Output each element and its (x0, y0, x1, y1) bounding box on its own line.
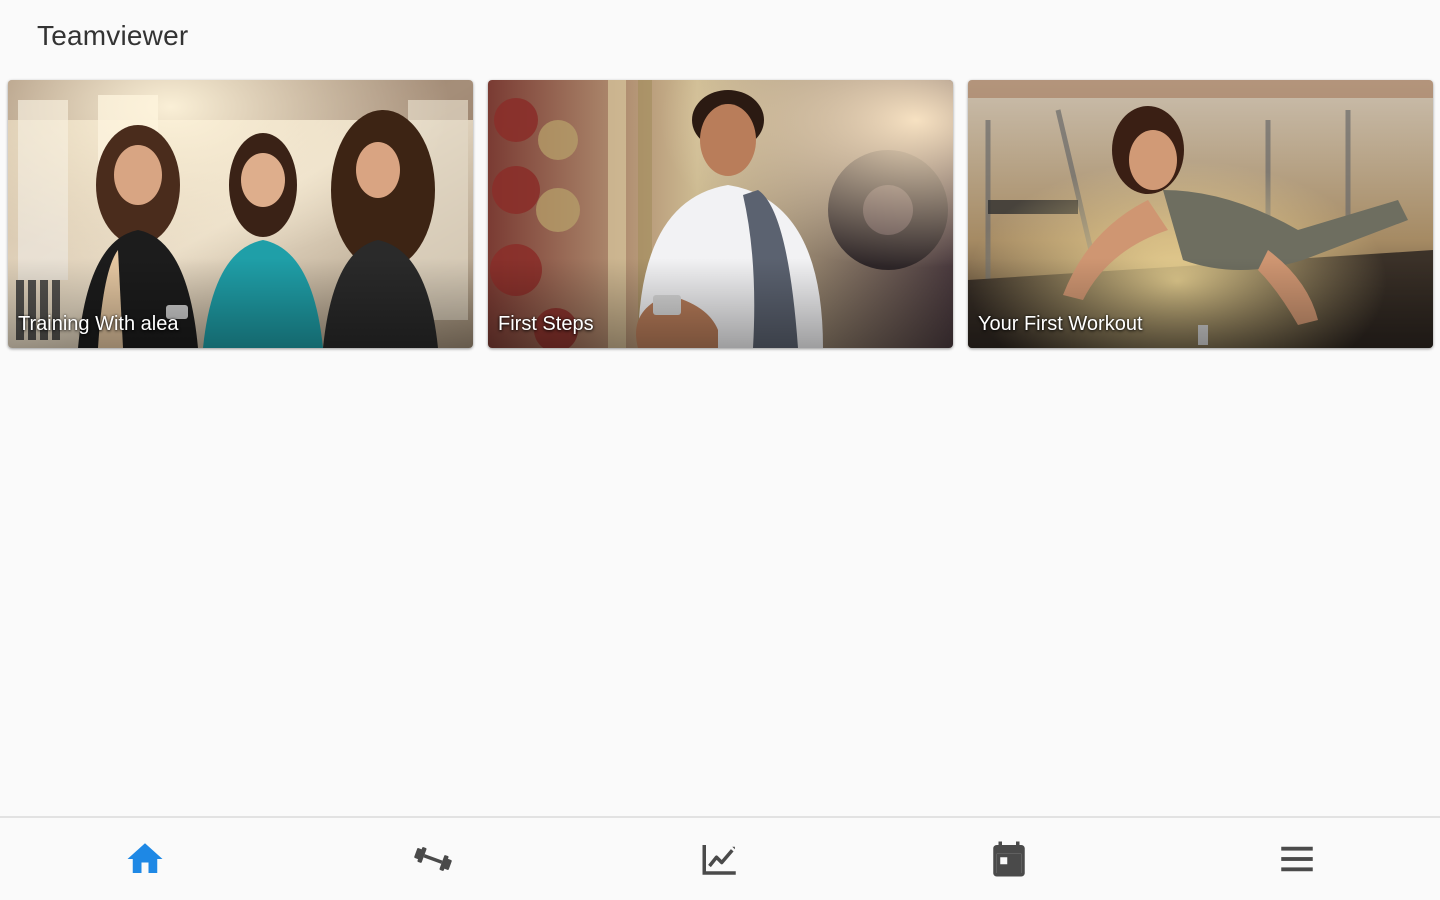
card-first-steps[interactable]: First Steps (488, 80, 953, 348)
card-training-with-alea[interactable]: Training With alea (8, 80, 473, 348)
card-label: First Steps (498, 313, 594, 335)
home-icon (127, 843, 163, 873)
nav-item-training[interactable] (373, 818, 493, 900)
card-your-first-workout[interactable]: Your First Workout (968, 80, 1433, 348)
dumbbell-icon (414, 847, 452, 871)
nav-item-calendar[interactable] (949, 818, 1069, 900)
bottom-navigation (0, 816, 1440, 900)
nav-item-menu[interactable] (1237, 818, 1357, 900)
app-root: Teamviewer Training With alea First Step… (0, 0, 1440, 900)
card-grid: Training With alea First Steps Your Firs… (8, 80, 1433, 350)
menu-icon (1281, 846, 1313, 872)
card-label: Your First Workout (978, 313, 1143, 335)
chart-line-icon (702, 845, 736, 875)
card-label: Training With alea (18, 313, 179, 335)
calendar-icon (993, 841, 1025, 877)
nav-item-home[interactable] (85, 818, 205, 900)
page-title: Teamviewer (37, 20, 189, 51)
app-header: Teamviewer (0, 0, 1440, 72)
nav-item-progress[interactable] (660, 818, 780, 900)
